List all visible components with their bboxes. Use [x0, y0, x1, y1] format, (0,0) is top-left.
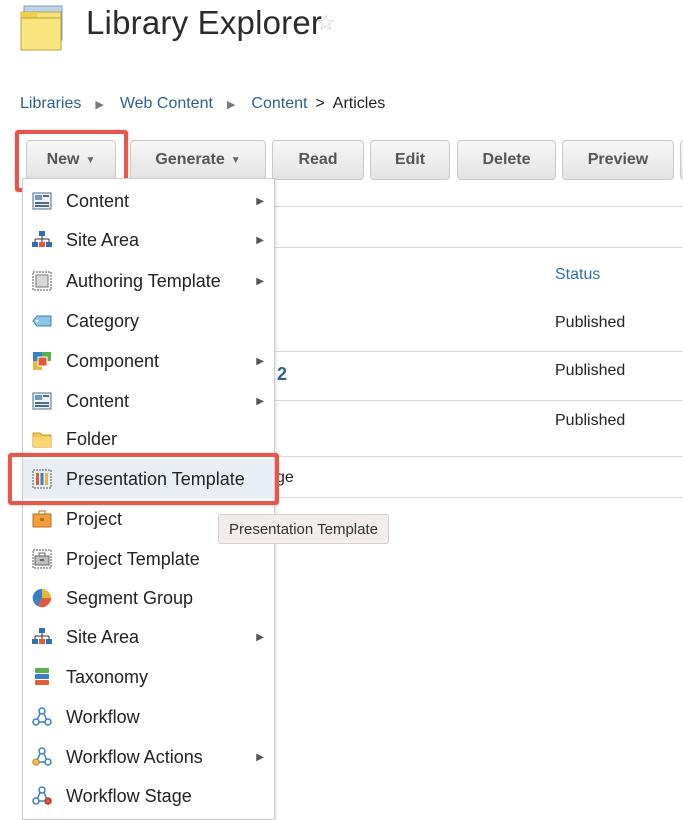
project-template-icon: [32, 549, 52, 569]
preview-button-label: Preview: [587, 151, 649, 168]
site-area-icon: [32, 628, 52, 644]
menu-item-site-area-2[interactable]: Site Area ▶: [23, 617, 274, 657]
breadcrumb: Libraries ▶ Web Content ▶ Content > Arti…: [20, 95, 385, 113]
submenu-arrow-icon: ▶: [256, 355, 264, 367]
menu-item-label: Project Template: [66, 548, 200, 569]
submenu-arrow-icon: ▶: [256, 234, 264, 246]
menu-item-label: Component: [66, 350, 160, 371]
status-cell: Published: [555, 362, 626, 379]
category-icon: [32, 315, 52, 327]
delete-button-label: Delete: [482, 151, 531, 168]
taxonomy-icon: [35, 668, 49, 685]
content-icon: [32, 192, 52, 210]
menu-item-label: Site Area: [66, 626, 140, 647]
breadcrumb-separator: >: [315, 95, 325, 112]
menu-item-content[interactable]: Content ▶: [23, 181, 274, 221]
menu-item-content-2[interactable]: Content ▶: [23, 381, 274, 421]
library-explorer-icon: [18, 4, 68, 54]
menu-item-label: Taxonomy: [66, 666, 149, 687]
chevron-down-icon: ▼: [230, 154, 241, 166]
breadcrumb-libraries[interactable]: Libraries: [20, 95, 81, 113]
menu-item-label: Project: [66, 508, 123, 529]
edit-button[interactable]: Edit: [370, 140, 450, 180]
project-icon: [32, 510, 52, 528]
breadcrumb-web-content[interactable]: Web Content: [120, 95, 213, 113]
menu-item-label: Authoring Template: [66, 270, 221, 291]
folder-icon: [32, 432, 52, 448]
menu-item-category[interactable]: Category: [23, 301, 274, 341]
edit-button-label: Edit: [394, 151, 426, 168]
menu-item-component[interactable]: Component ▶: [23, 341, 274, 381]
read-button-label: Read: [298, 151, 338, 168]
read-button[interactable]: Read: [272, 140, 364, 180]
submenu-arrow-icon: ▶: [256, 631, 264, 643]
content-icon: [32, 392, 52, 410]
status-column-header[interactable]: Status: [555, 266, 600, 284]
menu-item-taxonomy[interactable]: Taxonomy: [23, 657, 274, 697]
presentation-template-highlight: [8, 453, 279, 505]
menu-item-workflow-stage[interactable]: Workflow Stage: [23, 776, 274, 816]
status-cell: Published: [555, 314, 626, 331]
delete-button[interactable]: Delete: [457, 140, 556, 180]
component-icon: [33, 352, 51, 370]
menu-item-segment-group[interactable]: Segment Group: [23, 578, 274, 618]
menu-item-label: Workflow Actions: [66, 746, 203, 767]
menu-item-workflow-actions[interactable]: Workflow Actions ▶: [23, 737, 274, 777]
menu-item-workflow[interactable]: Workflow: [23, 697, 274, 737]
submenu-arrow-icon: ▶: [256, 195, 264, 207]
menu-item-label: Content: [66, 190, 130, 211]
menu-item-project-template[interactable]: Project Template: [23, 539, 274, 579]
breadcrumb-articles: Articles: [332, 95, 386, 112]
generate-button[interactable]: Generate ▼: [130, 140, 266, 180]
workflow-actions-icon: [32, 747, 52, 766]
table-divider: [275, 351, 683, 352]
favorite-star-icon[interactable]: ☆: [316, 10, 336, 36]
table-divider: [275, 497, 683, 498]
table-divider: [275, 456, 683, 457]
breadcrumb-content[interactable]: Content: [251, 95, 307, 113]
table-divider: [275, 400, 683, 401]
table-divider: [275, 247, 683, 248]
item-title-link[interactable]: 2: [277, 364, 287, 385]
menu-item-label: Category: [66, 310, 140, 331]
preview-button[interactable]: Preview: [562, 140, 674, 180]
segment-group-icon: [32, 588, 52, 608]
submenu-arrow-icon: ▶: [256, 275, 264, 287]
menu-item-label: Site Area: [66, 229, 140, 250]
authoring-template-icon: [32, 271, 52, 291]
menu-item-label: Segment Group: [66, 587, 194, 608]
table-divider: [275, 206, 683, 207]
status-cell: Published: [555, 412, 626, 429]
page-title: Library Explorer: [86, 4, 323, 41]
breadcrumb-arrow-icon: ▶: [95, 98, 104, 111]
menu-item-authoring-template[interactable]: Authoring Template ▶: [23, 261, 274, 301]
menu-item-label: Workflow: [66, 706, 140, 727]
generate-button-label: Generate: [155, 151, 225, 168]
menu-item-site-area[interactable]: Site Area ▶: [23, 220, 274, 260]
submenu-arrow-icon: ▶: [256, 395, 264, 407]
site-area-icon: [32, 231, 52, 247]
workflow-icon: [32, 707, 52, 726]
submenu-arrow-icon: ▶: [256, 751, 264, 763]
menu-item-label: Content: [66, 390, 130, 411]
menu-item-label: Workflow Stage: [66, 785, 192, 806]
workflow-stage-icon: [32, 786, 52, 805]
breadcrumb-arrow-icon: ▶: [226, 98, 236, 111]
menu-item-label: Folder: [66, 428, 118, 449]
tooltip: Presentation Template: [218, 514, 389, 544]
